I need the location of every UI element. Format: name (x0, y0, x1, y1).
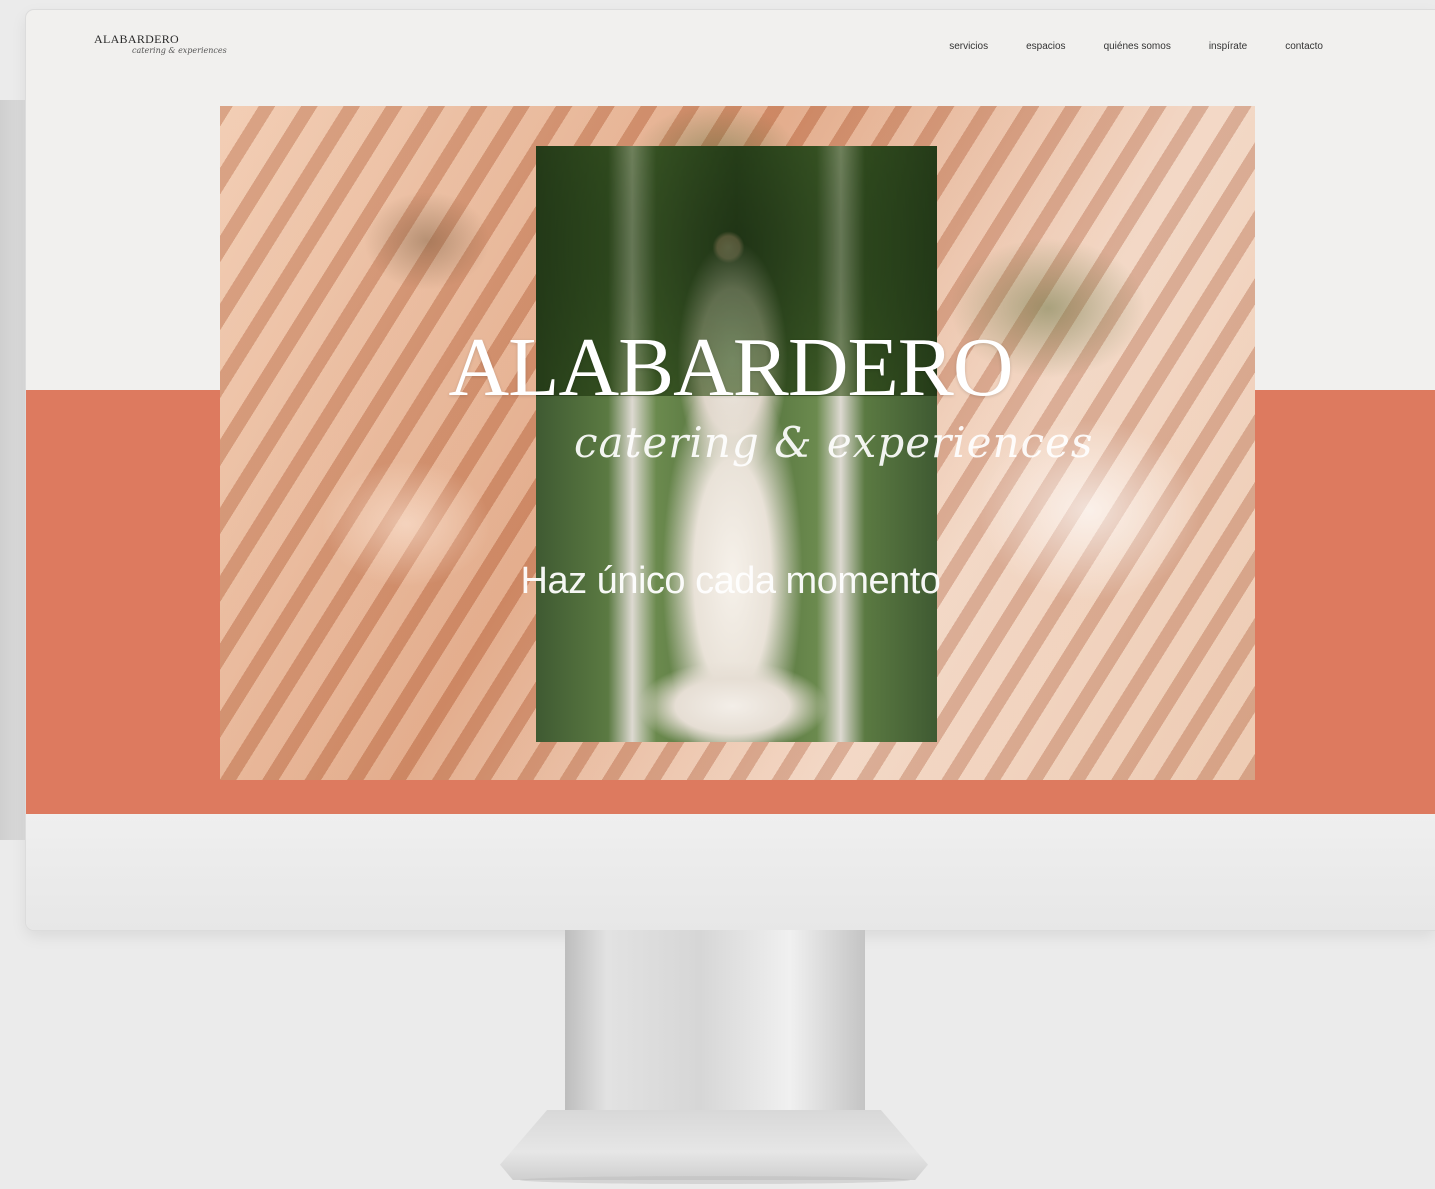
monitor-screen: ALABARDERO catering & experiences servic… (26, 10, 1435, 930)
logo-script: catering & experiences (132, 46, 227, 55)
nav-item-espacios[interactable]: espacios (1026, 41, 1065, 52)
nav-item-contacto[interactable]: contacto (1285, 41, 1323, 52)
nav-item-quienes-somos[interactable]: quiénes somos (1104, 41, 1171, 52)
hero-tagline: Haz único cada momento (520, 560, 941, 602)
monitor-chin (26, 815, 1435, 930)
nav-item-inspirate[interactable]: inspírate (1209, 41, 1247, 52)
monitor-stand-neck (565, 930, 865, 1130)
main-nav: servicios espacios quiénes somos inspíra… (949, 41, 1323, 52)
logo-wordmark: ALABARDERO (94, 32, 180, 46)
nav-item-servicios[interactable]: servicios (949, 41, 988, 52)
hero-subtitle: catering & experiences (574, 418, 1094, 467)
stand-shadow (520, 1176, 910, 1184)
hero-title: ALABARDERO (448, 321, 1013, 414)
monitor-stand-base (500, 1110, 928, 1180)
site-logo[interactable]: ALABARDERO catering & experiences (94, 32, 227, 55)
